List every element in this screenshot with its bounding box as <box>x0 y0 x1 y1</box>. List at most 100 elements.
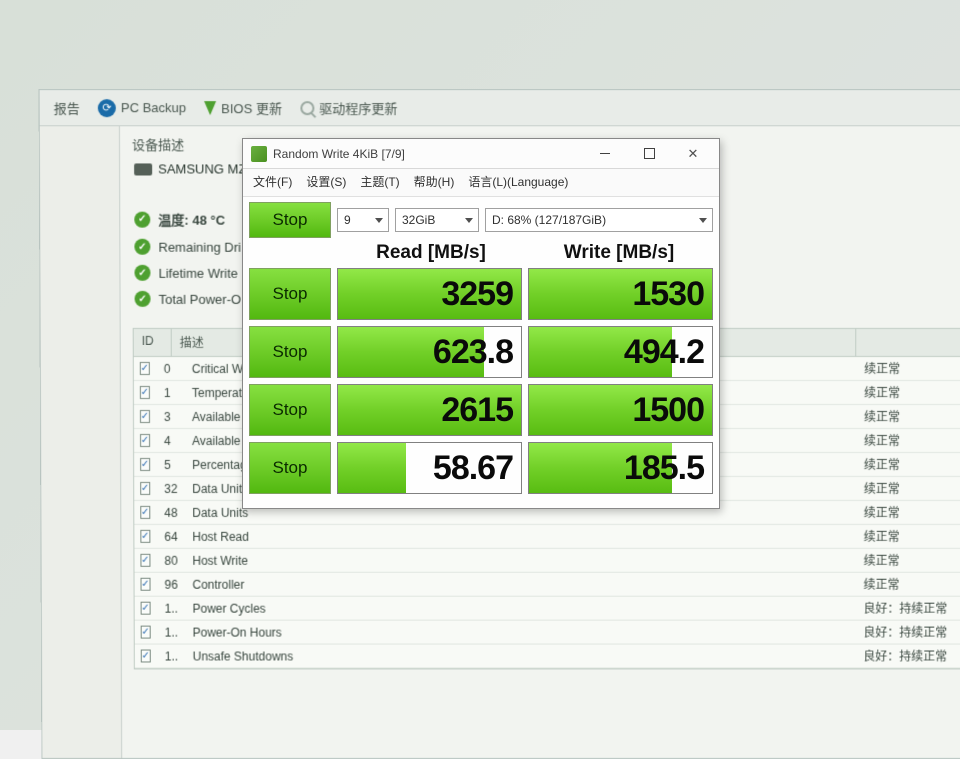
checkbox-icon[interactable] <box>140 362 150 375</box>
row-status: 续正常 <box>856 501 960 524</box>
checkbox-icon[interactable] <box>141 650 151 663</box>
table-row[interactable]: 1..Unsafe Shutdowns良好：持续正常 <box>135 645 960 669</box>
app-icon <box>251 146 267 162</box>
read-value: 2615 <box>338 385 521 435</box>
row-id: 96 <box>156 574 184 594</box>
all-button[interactable]: Stop <box>249 202 331 238</box>
row-id: 1.. <box>157 598 185 618</box>
row-status: 续正常 <box>856 453 960 476</box>
col-header-id[interactable]: ID <box>134 329 172 356</box>
row-id: 1.. <box>157 646 185 666</box>
close-button[interactable] <box>671 140 715 168</box>
table-row[interactable]: 80Host Write续正常 <box>134 549 960 573</box>
drive-select[interactable]: D: 68% (127/187GiB) <box>485 208 713 232</box>
toolbar-bios-update[interactable]: BIOS 更新 <box>204 98 282 117</box>
toolbar-report[interactable]: 报告 <box>54 98 80 117</box>
pc-backup-label: PC Backup <box>121 100 186 115</box>
menu-help[interactable]: 帮助(H) <box>414 173 455 190</box>
row-id: 64 <box>156 526 184 546</box>
bench-row: Stop32591530 <box>249 268 713 320</box>
size-select[interactable]: 32GiB <box>395 208 479 232</box>
test-button[interactable]: Stop <box>249 268 331 320</box>
check-icon: ✓ <box>134 265 150 281</box>
row-id: 5 <box>156 454 184 474</box>
row-status: 良好：持续正常 <box>855 645 960 668</box>
menu-settings[interactable]: 设置(S) <box>306 173 346 190</box>
maximize-button[interactable] <box>627 140 671 168</box>
row-id: 80 <box>156 550 184 570</box>
write-value-cell: 494.2 <box>528 326 713 378</box>
row-desc: Host Read <box>184 526 855 546</box>
bench-row: Stop58.67185.5 <box>249 442 713 494</box>
report-label: 报告 <box>54 98 80 117</box>
read-value: 3259 <box>338 269 521 319</box>
backup-icon: ⟳ <box>98 99 116 117</box>
test-button[interactable]: Stop <box>249 384 331 436</box>
rw-headers: Read [MB/s] Write [MB/s] <box>249 242 713 264</box>
table-row[interactable]: 1..Power Cycles良好：持续正常 <box>135 597 960 621</box>
menu-file[interactable]: 文件(F) <box>253 173 292 190</box>
checkbox-icon[interactable] <box>140 386 150 399</box>
checkbox-icon[interactable] <box>140 626 150 639</box>
checkbox-icon[interactable] <box>140 602 150 615</box>
toolbar-driver-update[interactable]: 驱动程序更新 <box>300 98 397 117</box>
row-id: 1.. <box>157 622 185 642</box>
write-header: Write [MB/s] <box>525 242 713 264</box>
table-row[interactable]: 96Controller续正常 <box>135 573 960 597</box>
row-desc: Power-On Hours <box>185 622 856 642</box>
test-button[interactable]: Stop <box>249 442 331 494</box>
check-icon: ✓ <box>134 239 150 255</box>
row-status: 良好：持续正常 <box>855 621 960 644</box>
test-button[interactable]: Stop <box>249 326 331 378</box>
checkbox-icon[interactable] <box>140 482 150 495</box>
row-status: 续正常 <box>856 525 960 548</box>
checkbox-icon[interactable] <box>140 578 150 591</box>
window-title: Random Write 4KiB [7/9] <box>273 147 405 161</box>
controls-row: Stop 9 32GiB D: 68% (127/187GiB) <box>249 202 713 238</box>
row-status: 续正常 <box>856 429 960 452</box>
read-value: 623.8 <box>338 327 521 377</box>
table-row[interactable]: 64Host Read续正常 <box>134 525 960 549</box>
checkbox-icon[interactable] <box>140 458 150 471</box>
row-id: 1 <box>156 382 184 402</box>
row-status: 续正常 <box>856 477 960 500</box>
write-value: 185.5 <box>529 443 712 493</box>
benchmark-window: Random Write 4KiB [7/9] 文件(F) 设置(S) 主题(T… <box>242 138 720 509</box>
sidebar <box>40 126 122 758</box>
read-value-cell: 58.67 <box>337 442 522 494</box>
toolbar-pc-backup[interactable]: ⟳ PC Backup <box>98 99 186 117</box>
titlebar[interactable]: Random Write 4KiB [7/9] <box>243 139 719 169</box>
row-id: 3 <box>156 406 184 426</box>
health-label: 温度: 48 °C <box>158 210 225 229</box>
col-header-status[interactable] <box>856 329 960 356</box>
menu-language[interactable]: 语言(L)(Language) <box>468 173 568 190</box>
bench-row: Stop623.8494.2 <box>249 326 713 378</box>
write-value-cell: 1530 <box>528 268 713 320</box>
write-value-cell: 185.5 <box>528 442 713 494</box>
minimize-button[interactable] <box>583 140 627 168</box>
menu-theme[interactable]: 主题(T) <box>360 173 399 190</box>
toolbar: 报告 ⟳ PC Backup BIOS 更新 驱动程序更新 <box>40 90 960 126</box>
menubar: 文件(F) 设置(S) 主题(T) 帮助(H) 语言(L)(Language) <box>243 169 719 197</box>
checkbox-icon[interactable] <box>140 530 150 543</box>
row-id: 32 <box>156 478 184 498</box>
read-value-cell: 623.8 <box>337 326 522 378</box>
driver-update-label: 驱动程序更新 <box>319 98 397 117</box>
row-desc: Power Cycles <box>185 598 856 618</box>
checkbox-icon[interactable] <box>140 506 150 519</box>
checkbox-icon[interactable] <box>140 410 150 423</box>
bios-update-label: BIOS 更新 <box>221 98 282 117</box>
write-value: 1500 <box>529 385 712 435</box>
row-desc: Host Write <box>184 550 855 570</box>
table-row[interactable]: 1..Power-On Hours良好：持续正常 <box>135 621 960 645</box>
health-label: Total Power-O <box>159 291 242 306</box>
download-icon <box>204 101 216 115</box>
read-value: 58.67 <box>338 443 521 493</box>
checkbox-icon[interactable] <box>140 554 150 567</box>
health-label: Lifetime Write <box>158 265 237 280</box>
row-id: 48 <box>156 502 184 522</box>
count-select[interactable]: 9 <box>337 208 389 232</box>
checkbox-icon[interactable] <box>140 434 150 447</box>
check-icon: ✓ <box>134 211 150 227</box>
row-id: 4 <box>156 430 184 450</box>
